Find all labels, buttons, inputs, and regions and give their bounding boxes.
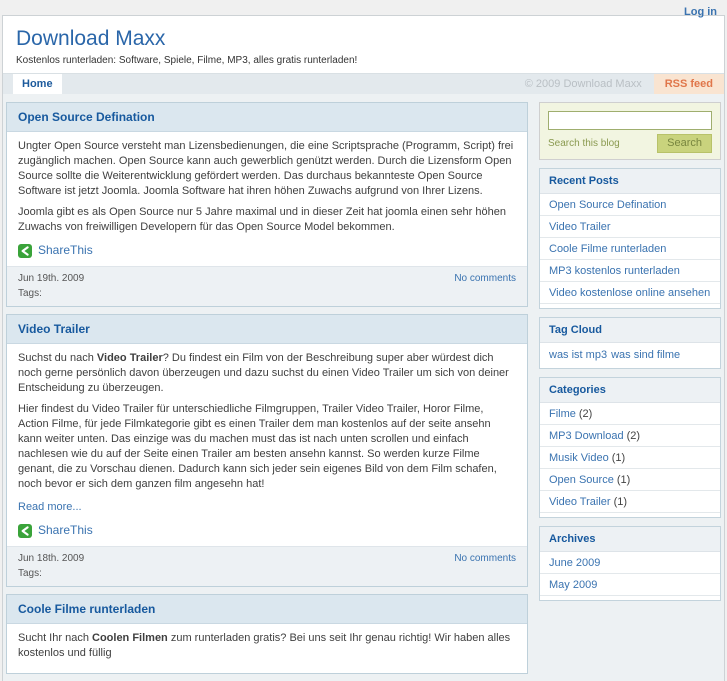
- list-item: May 2009: [540, 574, 720, 596]
- tag-cloud-links: was ist mp3 was sind filme: [540, 343, 720, 368]
- list-item: Open Source (1): [540, 469, 720, 491]
- post-footer: Jun 19th. 2009 Tags: No comments: [7, 266, 527, 306]
- section-title: Recent Posts: [540, 168, 720, 194]
- list-item: Video Trailer (1): [540, 491, 720, 513]
- categories-list: Filme (2) MP3 Download (2) Musik Video (1) …: [540, 403, 720, 517]
- category-count: (2): [626, 429, 641, 442]
- recent-post-link[interactable]: Open Source Defination: [549, 199, 666, 211]
- category-count: (1): [613, 495, 628, 508]
- recent-post-link[interactable]: MP3 kostenlos runterladen: [549, 265, 680, 277]
- post-tags-label: Tags:: [18, 288, 42, 299]
- post-paragraph: Sucht Ihr nach Coolen Filmen zum runterl…: [18, 631, 516, 661]
- section-title: Tag Cloud: [540, 317, 720, 343]
- category-link[interactable]: MP3 Download: [549, 430, 624, 442]
- category-link[interactable]: Video Trailer: [549, 496, 611, 508]
- list-item: MP3 kostenlos runterladen: [540, 260, 720, 282]
- post-title[interactable]: Video Trailer: [7, 315, 527, 344]
- tag-link[interactable]: was ist mp3: [549, 349, 607, 361]
- nav-tab-home[interactable]: Home: [13, 74, 62, 94]
- category-link[interactable]: Musik Video: [549, 452, 609, 464]
- tag-link[interactable]: was sind filme: [611, 349, 680, 361]
- sharethis-icon[interactable]: [18, 243, 32, 258]
- recent-post-link[interactable]: Coole Filme runterladen: [549, 243, 666, 255]
- sharethis-link[interactable]: ShareThis: [38, 243, 93, 258]
- search-label: Search this blog: [548, 137, 620, 149]
- post-body: Suchst du nach Video Trailer? Du findest…: [7, 344, 527, 546]
- recent-posts-list: Open Source Defination Video Trailer Coo…: [540, 194, 720, 308]
- post-paragraph: Ungter Open Source versteht man Lizensbe…: [18, 140, 514, 197]
- list-item: Video Trailer: [540, 216, 720, 238]
- post-open-source: Open Source Defination Ungter Open Sourc…: [6, 102, 528, 307]
- top-bar: Log in: [0, 0, 727, 18]
- post-video-trailer: Video Trailer Suchst du nach Video Trail…: [6, 314, 528, 587]
- page-container: Download Maxx Kostenlos runterladen: Sof…: [2, 15, 725, 681]
- paragraph-text: Suchst du nach: [18, 352, 97, 364]
- read-more-link[interactable]: Read more...: [18, 500, 82, 515]
- nav-right: © 2009 Download Maxx RSS feed: [525, 74, 724, 94]
- post-footer: Jun 18th. 2009 Tags: No comments: [7, 546, 527, 586]
- rss-feed-link[interactable]: RSS feed: [653, 74, 724, 94]
- list-item: Coole Filme runterladen: [540, 238, 720, 260]
- archive-link[interactable]: June 2009: [549, 557, 600, 569]
- no-comments-link[interactable]: No comments: [454, 553, 516, 564]
- post-body: Sucht Ihr nach Coolen Filmen zum runterl…: [7, 624, 527, 673]
- post-coole-filme: Coole Filme runterladen Sucht Ihr nach C…: [6, 594, 528, 674]
- paragraph-bold-text: Video Trailer: [96, 352, 163, 364]
- post-paragraph: Joomla gibt es als Open Source nur 5 Jah…: [18, 206, 506, 233]
- search-input[interactable]: [548, 110, 712, 130]
- section-title: Archives: [540, 526, 720, 552]
- copyright-text: © 2009 Download Maxx: [524, 78, 642, 90]
- sidebar-section-archives: Archives June 2009 May 2009: [539, 525, 721, 601]
- sidebar-section-categories: Categories Filme (2) MP3 Download (2) Musi…: [539, 376, 721, 518]
- post-title[interactable]: Open Source Defination: [7, 103, 527, 132]
- sharethis-link[interactable]: ShareThis: [38, 523, 93, 538]
- list-item: June 2009: [540, 552, 720, 574]
- list-item: Filme (2): [540, 403, 720, 425]
- share-this-row: ShareThis: [18, 243, 516, 258]
- archives-list: June 2009 May 2009: [540, 552, 720, 600]
- sharethis-icon[interactable]: [18, 523, 32, 538]
- search-widget: Search this blog Search: [539, 102, 721, 160]
- site-subtitle: Kostenlos runterladen: Software, Spiele,…: [16, 55, 358, 66]
- recent-post-link[interactable]: Video Trailer: [549, 221, 611, 233]
- archive-link[interactable]: May 2009: [549, 579, 597, 591]
- no-comments-link[interactable]: No comments: [454, 273, 516, 284]
- list-item: MP3 Download (2): [540, 425, 720, 447]
- site-header: Download Maxx Kostenlos runterladen: Sof…: [3, 16, 724, 73]
- post-paragraph: Hier findest du Video Trailer für unters…: [18, 403, 497, 490]
- category-link[interactable]: Filme: [549, 408, 576, 420]
- list-item: Open Source Defination: [540, 194, 720, 216]
- search-row: Search this blog Search: [548, 133, 712, 153]
- post-paragraph: Suchst du nach Video Trailer? Du findest…: [18, 351, 516, 396]
- category-count: (1): [611, 451, 626, 464]
- category-link[interactable]: Open Source: [549, 474, 614, 486]
- list-item: Video kostenlose online ansehen: [540, 282, 720, 304]
- content-column: Open Source Defination Ungter Open Sourc…: [6, 102, 528, 681]
- search-button[interactable]: Search: [657, 133, 712, 153]
- login-link[interactable]: Log in: [684, 6, 717, 18]
- post-tags-label: Tags:: [18, 568, 42, 579]
- recent-post-link[interactable]: Video kostenlose online ansehen: [549, 287, 710, 299]
- main-nav: Home © 2009 Download Maxx RSS feed: [3, 73, 724, 94]
- main-area: Open Source Defination Ungter Open Sourc…: [3, 94, 724, 681]
- sidebar: Search this blog Search Recent Posts Ope…: [539, 102, 721, 609]
- post-date: Jun 18th. 2009: [18, 553, 85, 564]
- list-item: Musik Video (1): [540, 447, 720, 469]
- site-title[interactable]: Download Maxx: [16, 27, 711, 50]
- share-this-row: ShareThis: [18, 523, 516, 538]
- sidebar-section-tag-cloud: Tag Cloud was ist mp3 was sind filme: [539, 316, 721, 369]
- paragraph-text: Sucht Ihr nach: [18, 632, 92, 644]
- category-count: (2): [578, 407, 593, 420]
- post-date: Jun 19th. 2009: [18, 273, 85, 284]
- paragraph-bold-text: Coolen Filmen: [92, 632, 168, 644]
- section-title: Categories: [540, 377, 720, 403]
- post-title[interactable]: Coole Filme runterladen: [7, 595, 527, 624]
- category-count: (1): [616, 473, 631, 486]
- post-body: Ungter Open Source versteht man Lizensbe…: [7, 132, 527, 266]
- sidebar-section-recent-posts: Recent Posts Open Source Defination Vide…: [539, 167, 721, 309]
